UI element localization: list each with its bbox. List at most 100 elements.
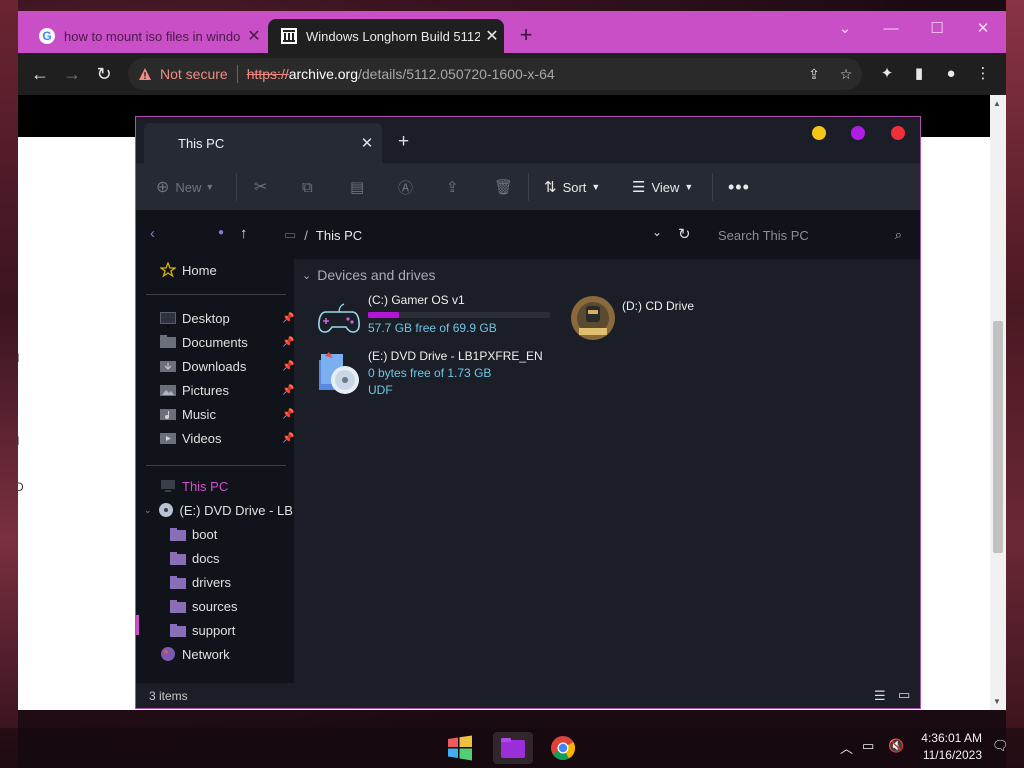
new-button[interactable]: ⊕ New ▼ xyxy=(156,175,214,199)
browser-tab-search[interactable]: G how to mount iso files in windo ✕ xyxy=(26,19,266,53)
url-scheme: https:// xyxy=(246,66,289,82)
close-dot-icon[interactable] xyxy=(891,126,905,140)
back-arrow-icon[interactable]: ← xyxy=(28,62,52,86)
show-hidden-icons-chevron-icon[interactable]: ︿ xyxy=(840,738,853,757)
nav-item-downloads[interactable]: Downloads 📌 xyxy=(160,355,294,377)
minimize-dot-icon[interactable] xyxy=(812,126,826,140)
drive-e[interactable]: (E:) DVD Drive - LB1PXFRE_EN 0 bytes fre… xyxy=(314,349,543,399)
group-header-devices[interactable]: ⌄ Devices and drives xyxy=(302,267,436,283)
scrollbar-thumb[interactable] xyxy=(993,321,1003,553)
maximize-icon[interactable]: ☐ xyxy=(914,15,960,43)
new-label: New xyxy=(175,179,202,195)
pin-icon[interactable]: 📌 xyxy=(282,409,294,420)
pin-icon[interactable]: 📌 xyxy=(282,385,294,396)
side-panel-icon[interactable]: ▮ xyxy=(909,64,929,84)
maximize-dot-icon[interactable] xyxy=(851,126,865,140)
nav-item-folder-drivers[interactable]: drivers xyxy=(170,571,231,593)
drive-name: (D:) CD Drive xyxy=(622,299,694,313)
up-arrow-icon[interactable]: ↑ xyxy=(240,225,248,242)
sort-button[interactable]: ⇅ Sort ▼ xyxy=(544,175,600,199)
scroll-down-arrow-icon[interactable]: ▼ xyxy=(993,697,1001,706)
paste-icon[interactable]: ▤ xyxy=(350,175,364,199)
drive-d[interactable]: (D:) CD Drive xyxy=(568,293,694,343)
details-view-icon[interactable]: ☰ xyxy=(874,688,886,704)
browser-tab-archive[interactable]: Windows Longhorn Build 5112 : ✕ xyxy=(268,19,504,53)
profile-icon[interactable]: ● xyxy=(941,64,961,84)
file-explorer-taskbar-icon[interactable] xyxy=(493,732,533,764)
nav-item-desktop[interactable]: Desktop 📌 xyxy=(160,307,294,329)
nav-item-videos[interactable]: Videos 📌 xyxy=(160,427,294,449)
plus-circle-icon: ⊕ xyxy=(156,179,170,196)
close-window-icon[interactable]: ✕ xyxy=(960,15,1006,43)
notifications-icon[interactable]: 🗨 xyxy=(992,738,1009,754)
pin-icon[interactable]: 📌 xyxy=(282,337,294,348)
nav-item-folder-boot[interactable]: boot xyxy=(170,523,217,545)
nav-item-documents[interactable]: Documents 📌 xyxy=(160,331,294,353)
pin-icon[interactable]: 📌 xyxy=(282,313,294,324)
delete-icon[interactable]: 🗑 xyxy=(494,175,513,199)
security-label[interactable]: Not secure xyxy=(160,66,228,82)
nav-label: Desktop xyxy=(182,310,230,326)
gamepad-icon xyxy=(314,293,364,343)
url-text[interactable]: https://archive.org/details/5112.050720-… xyxy=(247,66,555,82)
menu-kebab-icon[interactable]: ⋮ xyxy=(973,64,993,84)
share-icon[interactable]: ⇪ xyxy=(804,64,824,84)
refresh-icon[interactable]: ↻ xyxy=(678,225,691,243)
rename-icon[interactable]: Ⓐ xyxy=(398,175,413,199)
system-clock[interactable]: 4:36:01 AM 11/16/2023 xyxy=(908,730,982,764)
new-tab-button[interactable]: + xyxy=(514,23,538,47)
close-tab-icon[interactable]: ✕ xyxy=(352,134,382,152)
tab-search-chevron-icon[interactable]: ⌄ xyxy=(822,15,868,43)
nav-item-network[interactable]: Network xyxy=(160,643,230,665)
page-scrollbar[interactable]: ▲ ▼ xyxy=(990,95,1006,710)
reload-icon[interactable]: ↻ xyxy=(92,62,116,86)
nav-label: docs xyxy=(192,550,220,566)
more-options-icon[interactable]: ••• xyxy=(728,175,750,199)
explorer-tab-this-pc[interactable]: This PC ✕ xyxy=(144,123,382,163)
view-button[interactable]: ☰ View ▼ xyxy=(632,175,693,199)
nav-item-folder-support[interactable]: support xyxy=(170,619,235,641)
status-bar: 3 items ☰ ▭ xyxy=(136,683,920,708)
windows-start-icon[interactable] xyxy=(440,732,480,764)
pin-icon[interactable]: 📌 xyxy=(282,433,294,444)
sort-arrows-icon: ⇅ xyxy=(544,179,557,196)
chevron-down-icon[interactable]: ⌄ xyxy=(652,225,662,239)
volume-muted-icon[interactable]: 🔇 xyxy=(888,738,904,754)
computer-icon xyxy=(160,478,176,494)
copy-icon[interactable]: ⧉ xyxy=(302,175,313,199)
pin-icon[interactable]: 📌 xyxy=(282,361,294,372)
forward-arrow-icon[interactable]: → xyxy=(60,62,84,86)
breadcrumb-current[interactable]: This PC xyxy=(316,228,362,243)
bookmark-star-icon[interactable]: ☆ xyxy=(836,64,856,84)
address-bar[interactable]: Not secure https://archive.org/details/5… xyxy=(128,58,862,90)
nav-item-folder-docs[interactable]: docs xyxy=(170,547,219,569)
home-icon xyxy=(160,262,176,278)
minimize-icon[interactable]: — xyxy=(868,15,914,43)
nav-item-pictures[interactable]: Pictures 📌 xyxy=(160,379,294,401)
search-box[interactable]: Search This PC ⌕ xyxy=(708,219,912,251)
folder-icon xyxy=(170,574,186,590)
search-icon: ⌕ xyxy=(894,227,902,242)
tiles-view-icon[interactable]: ▭ xyxy=(898,687,910,703)
chrome-taskbar-icon[interactable] xyxy=(543,732,583,764)
content-pane: ⌄ Devices and drives (C:) Gamer OS v1 57… xyxy=(294,259,920,683)
close-tab-icon[interactable]: ✕ xyxy=(242,26,266,46)
nav-item-music[interactable]: Music 📌 xyxy=(160,403,294,425)
new-tab-button[interactable]: + xyxy=(398,131,409,153)
nav-item-this-pc[interactable]: This PC xyxy=(160,475,228,497)
nav-item-folder-sources[interactable]: sources xyxy=(170,595,238,617)
nav-item-dvd-drive[interactable]: ⌄ (E:) DVD Drive - LB1P xyxy=(144,499,309,521)
collapse-chevron-icon[interactable]: ⌄ xyxy=(144,505,152,516)
back-chevron-icon[interactable]: ‹ xyxy=(150,225,155,242)
drive-c[interactable]: (C:) Gamer OS v1 57.7 GB free of 69.9 GB xyxy=(314,293,550,343)
forward-dot-icon[interactable]: ● xyxy=(218,227,224,238)
scroll-up-arrow-icon[interactable]: ▲ xyxy=(993,99,1001,108)
network-tray-icon[interactable]: ▭ xyxy=(862,738,874,754)
extensions-puzzle-icon[interactable]: ✦ xyxy=(877,64,897,84)
drive-details: (D:) CD Drive xyxy=(622,293,694,343)
close-tab-icon[interactable]: ✕ xyxy=(480,26,504,46)
cut-icon[interactable]: ✂ xyxy=(254,175,267,199)
nav-item-home[interactable]: Home xyxy=(160,259,217,281)
breadcrumb[interactable]: ▭ / This PC xyxy=(284,227,362,243)
share-icon[interactable]: ⇪ xyxy=(446,175,459,199)
